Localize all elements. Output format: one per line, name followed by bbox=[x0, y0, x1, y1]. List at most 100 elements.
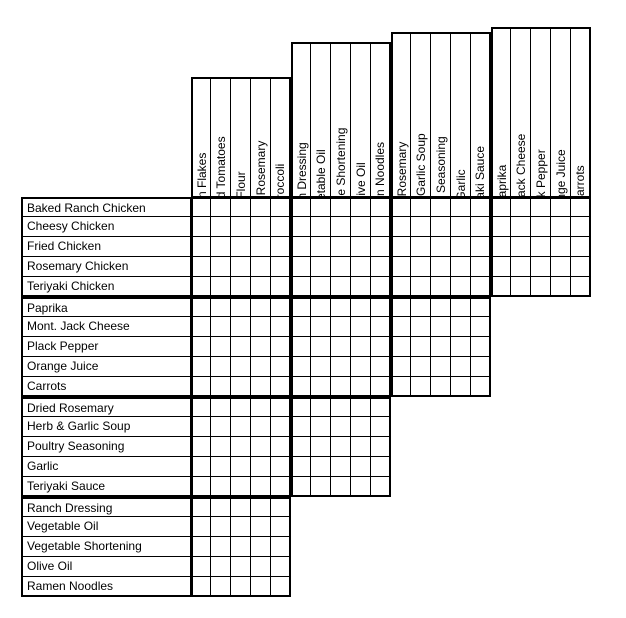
grid-cell[interactable] bbox=[551, 197, 571, 217]
grid-cell[interactable] bbox=[411, 317, 431, 337]
grid-cell[interactable] bbox=[471, 237, 491, 257]
grid-cell[interactable] bbox=[471, 297, 491, 317]
grid-cell[interactable] bbox=[291, 257, 311, 277]
grid-cell[interactable] bbox=[531, 257, 551, 277]
grid-cell[interactable] bbox=[391, 357, 411, 377]
grid-cell[interactable] bbox=[311, 457, 331, 477]
grid-cell[interactable] bbox=[571, 257, 591, 277]
grid-cell[interactable] bbox=[431, 337, 451, 357]
grid-cell[interactable] bbox=[371, 237, 391, 257]
grid-cell[interactable] bbox=[331, 377, 351, 397]
grid-cell[interactable] bbox=[271, 377, 291, 397]
grid-cell[interactable] bbox=[251, 477, 271, 497]
grid-cell[interactable] bbox=[251, 457, 271, 477]
grid-cell[interactable] bbox=[271, 477, 291, 497]
grid-cell[interactable] bbox=[251, 497, 271, 517]
grid-cell[interactable] bbox=[571, 277, 591, 297]
grid-cell[interactable] bbox=[191, 317, 211, 337]
grid-cell[interactable] bbox=[471, 217, 491, 237]
grid-cell[interactable] bbox=[331, 217, 351, 237]
grid-cell[interactable] bbox=[411, 257, 431, 277]
grid-cell[interactable] bbox=[231, 237, 251, 257]
grid-cell[interactable] bbox=[231, 357, 251, 377]
grid-cell[interactable] bbox=[231, 577, 251, 597]
grid-cell[interactable] bbox=[191, 577, 211, 597]
grid-cell[interactable] bbox=[371, 197, 391, 217]
grid-cell[interactable] bbox=[351, 437, 371, 457]
grid-cell[interactable] bbox=[271, 237, 291, 257]
grid-cell[interactable] bbox=[331, 397, 351, 417]
grid-cell[interactable] bbox=[311, 477, 331, 497]
grid-cell[interactable] bbox=[351, 457, 371, 477]
grid-cell[interactable] bbox=[411, 217, 431, 237]
grid-cell[interactable] bbox=[331, 277, 351, 297]
grid-cell[interactable] bbox=[551, 237, 571, 257]
grid-cell[interactable] bbox=[411, 237, 431, 257]
grid-cell[interactable] bbox=[371, 337, 391, 357]
grid-cell[interactable] bbox=[451, 277, 471, 297]
grid-cell[interactable] bbox=[411, 197, 431, 217]
grid-cell[interactable] bbox=[231, 397, 251, 417]
grid-cell[interactable] bbox=[551, 257, 571, 277]
grid-cell[interactable] bbox=[411, 337, 431, 357]
grid-cell[interactable] bbox=[211, 437, 231, 457]
grid-cell[interactable] bbox=[211, 457, 231, 477]
grid-cell[interactable] bbox=[311, 277, 331, 297]
grid-cell[interactable] bbox=[271, 217, 291, 237]
grid-cell[interactable] bbox=[451, 297, 471, 317]
grid-cell[interactable] bbox=[191, 557, 211, 577]
grid-cell[interactable] bbox=[231, 537, 251, 557]
grid-cell[interactable] bbox=[391, 197, 411, 217]
grid-cell[interactable] bbox=[491, 277, 511, 297]
grid-cell[interactable] bbox=[271, 297, 291, 317]
grid-cell[interactable] bbox=[451, 377, 471, 397]
grid-cell[interactable] bbox=[311, 217, 331, 237]
grid-cell[interactable] bbox=[351, 197, 371, 217]
grid-cell[interactable] bbox=[191, 397, 211, 417]
grid-cell[interactable] bbox=[411, 357, 431, 377]
grid-cell[interactable] bbox=[491, 237, 511, 257]
grid-cell[interactable] bbox=[511, 277, 531, 297]
grid-cell[interactable] bbox=[431, 217, 451, 237]
grid-cell[interactable] bbox=[211, 277, 231, 297]
grid-cell[interactable] bbox=[271, 197, 291, 217]
grid-cell[interactable] bbox=[291, 337, 311, 357]
grid-cell[interactable] bbox=[231, 517, 251, 537]
grid-cell[interactable] bbox=[191, 217, 211, 237]
grid-cell[interactable] bbox=[371, 257, 391, 277]
grid-cell[interactable] bbox=[351, 237, 371, 257]
grid-cell[interactable] bbox=[191, 497, 211, 517]
grid-cell[interactable] bbox=[511, 257, 531, 277]
grid-cell[interactable] bbox=[531, 237, 551, 257]
grid-cell[interactable] bbox=[471, 377, 491, 397]
grid-cell[interactable] bbox=[331, 197, 351, 217]
grid-cell[interactable] bbox=[331, 237, 351, 257]
grid-cell[interactable] bbox=[371, 357, 391, 377]
grid-cell[interactable] bbox=[391, 297, 411, 317]
grid-cell[interactable] bbox=[231, 437, 251, 457]
grid-cell[interactable] bbox=[231, 457, 251, 477]
grid-cell[interactable] bbox=[191, 337, 211, 357]
grid-cell[interactable] bbox=[251, 537, 271, 557]
grid-cell[interactable] bbox=[191, 417, 211, 437]
grid-cell[interactable] bbox=[191, 377, 211, 397]
grid-cell[interactable] bbox=[331, 337, 351, 357]
grid-cell[interactable] bbox=[291, 437, 311, 457]
grid-cell[interactable] bbox=[231, 297, 251, 317]
grid-cell[interactable] bbox=[391, 337, 411, 357]
grid-cell[interactable] bbox=[211, 397, 231, 417]
grid-cell[interactable] bbox=[211, 377, 231, 397]
grid-cell[interactable] bbox=[231, 557, 251, 577]
grid-cell[interactable] bbox=[471, 257, 491, 277]
grid-cell[interactable] bbox=[431, 197, 451, 217]
grid-cell[interactable] bbox=[271, 257, 291, 277]
grid-cell[interactable] bbox=[351, 377, 371, 397]
grid-cell[interactable] bbox=[211, 557, 231, 577]
grid-cell[interactable] bbox=[211, 357, 231, 377]
grid-cell[interactable] bbox=[431, 377, 451, 397]
grid-cell[interactable] bbox=[391, 217, 411, 237]
grid-cell[interactable] bbox=[291, 217, 311, 237]
grid-cell[interactable] bbox=[251, 237, 271, 257]
grid-cell[interactable] bbox=[451, 217, 471, 237]
grid-cell[interactable] bbox=[271, 317, 291, 337]
